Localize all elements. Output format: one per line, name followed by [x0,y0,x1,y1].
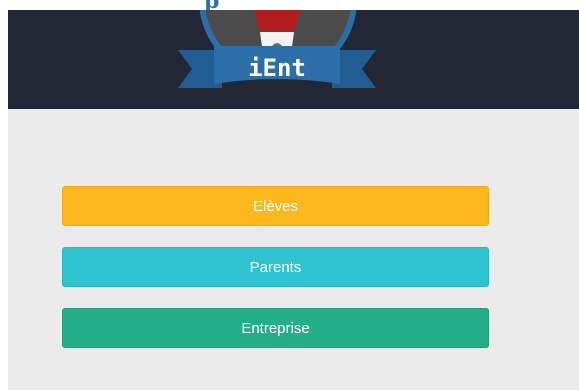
cut-off-title-text: p [204,0,219,10]
entreprise-button[interactable]: Entreprise [62,308,489,348]
logo-text: iEnt [248,54,306,82]
ient-logo: iEnt [178,10,376,88]
content-area: Elèves Parents Entreprise [8,109,579,390]
lighthouse-icon [254,10,300,32]
parents-button[interactable]: Parents [62,247,489,287]
eleves-button[interactable]: Elèves [62,186,489,226]
header-bar: iEnt [8,10,579,109]
top-strip: p [0,0,579,10]
